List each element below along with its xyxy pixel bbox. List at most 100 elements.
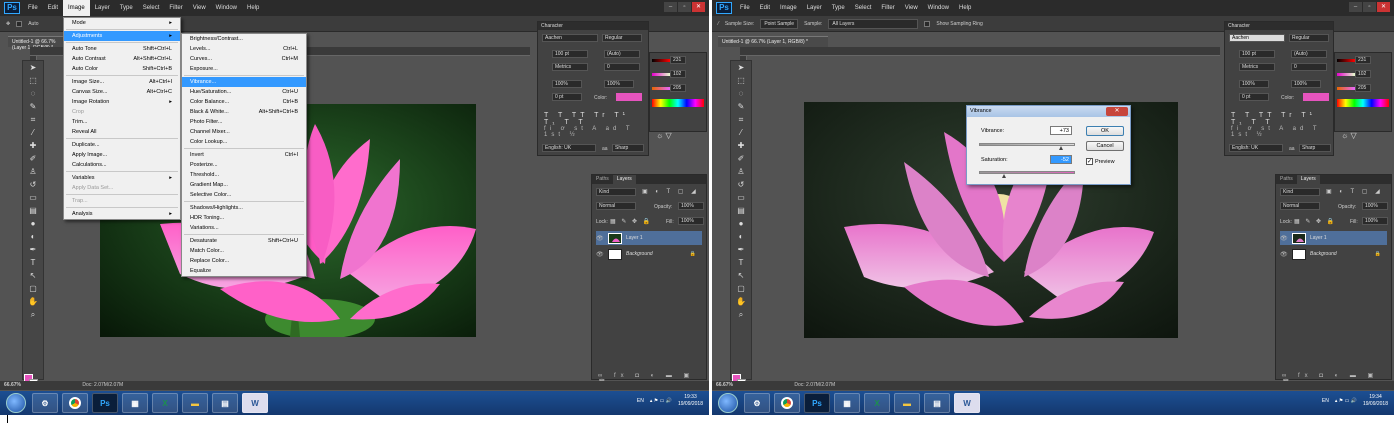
image-menu-item-adjustments[interactable]: Adjustments ▸	[64, 31, 180, 41]
healing-brush-icon[interactable]: ✚	[736, 142, 746, 150]
layer-row-layer-1[interactable]: 👁 Layer 1	[596, 231, 702, 245]
history-brush-icon[interactable]: ↺	[28, 181, 38, 189]
menu-edit[interactable]: Edit	[43, 0, 63, 16]
adjustments-item-levels[interactable]: Levels... Ctrl+L	[182, 44, 306, 54]
layer-row-background[interactable]: 👁 Background 🔒	[1280, 247, 1387, 261]
menu-type[interactable]: Type	[115, 0, 138, 16]
stamp-tool-icon[interactable]: ♙	[736, 168, 746, 176]
marquee-tool-icon[interactable]: ⬚	[28, 77, 38, 85]
word-icon[interactable]: W	[242, 393, 268, 413]
tracking-field[interactable]: 0	[604, 63, 640, 71]
menu-filter[interactable]: Filter	[164, 0, 187, 16]
menu-image[interactable]: Image	[775, 0, 802, 16]
adjustments-item-threshold[interactable]: Threshold...	[182, 170, 306, 180]
zoom-level[interactable]: 66.67%	[716, 382, 733, 388]
auto-select-checkbox[interactable]	[16, 20, 23, 27]
hand-tool-icon[interactable]: ✋	[736, 298, 746, 306]
visibility-eye-icon[interactable]: 👁	[1280, 235, 1288, 242]
green-slider[interactable]	[652, 73, 670, 76]
saturation-slider-thumb[interactable]	[1002, 174, 1007, 178]
blue-value[interactable]: 205	[1355, 84, 1371, 92]
horizontal-scale-field[interactable]: 100%	[1291, 80, 1321, 88]
image-menu-item-analysis[interactable]: Analysis ▸	[64, 209, 180, 219]
menu-view[interactable]: View	[900, 0, 923, 16]
adjustments-item-color-lookup[interactable]: Color Lookup...	[182, 137, 306, 147]
color-spectrum[interactable]	[652, 99, 704, 107]
menu-layer[interactable]: Layer	[802, 0, 827, 16]
eraser-icon[interactable]: ▭	[736, 194, 746, 202]
clock[interactable]: 19:33 19/09/2018	[678, 394, 703, 408]
menu-window[interactable]: Window	[211, 0, 242, 16]
adjustments-item-replace-color[interactable]: Replace Color...	[182, 256, 306, 266]
blur-icon[interactable]: ●	[28, 220, 38, 228]
excel-icon[interactable]: X	[152, 393, 178, 413]
adjustments-icons[interactable]: ☼ ▽	[1341, 131, 1357, 140]
adjustments-item-desaturate[interactable]: Desaturate Shift+Ctrl+U	[182, 236, 306, 246]
preview-option[interactable]: ✓ Preview	[1086, 158, 1115, 165]
text-style-buttons[interactable]: T T TT Tr T¹ T₁ T T	[544, 112, 648, 126]
adjustments-item-black-white[interactable]: Black & White... Alt+Shift+Ctrl+B	[182, 107, 306, 117]
leading-field[interactable]: (Auto)	[604, 50, 640, 58]
language-indicator[interactable]: EN	[1322, 398, 1329, 404]
hand-tool-icon[interactable]: ✋	[28, 298, 38, 306]
image-menu-item-calculations[interactable]: Calculations...	[64, 160, 180, 170]
menu-layer[interactable]: Layer	[90, 0, 115, 16]
start-button[interactable]	[6, 393, 26, 413]
menu-image[interactable]: Image	[63, 0, 90, 16]
lock-icons[interactable]: ▦ ✎ ✥ 🔒	[1294, 218, 1336, 225]
filter-icons[interactable]: ▣ ◐ T ▢ ◢	[1326, 188, 1383, 195]
text-color-swatch[interactable]	[1303, 93, 1329, 101]
image-menu-item-trim[interactable]: Trim...	[64, 117, 180, 127]
lasso-tool-icon[interactable]: ◌	[28, 90, 38, 98]
lasso-tool-icon[interactable]: ◌	[736, 90, 746, 98]
path-select-icon[interactable]: ↖	[736, 272, 746, 280]
clock[interactable]: 19:34 19/09/2018	[1363, 394, 1388, 408]
blue-slider[interactable]	[1337, 87, 1355, 90]
brush-tool-icon[interactable]: ✐	[736, 155, 746, 163]
pen-tool-icon[interactable]: ✒	[736, 246, 746, 254]
dodge-icon[interactable]: ◐	[736, 233, 746, 241]
blue-slider[interactable]	[652, 87, 670, 90]
tray-icons[interactable]: ▴ ⚑ ▭ 🔊	[650, 398, 672, 404]
image-menu-item-image-size[interactable]: Image Size... Alt+Ctrl+I	[64, 77, 180, 87]
font-size-field[interactable]: 100 pt	[1239, 50, 1275, 58]
move-tool-icon[interactable]: ✥	[6, 21, 10, 27]
menu-select[interactable]: Select	[850, 0, 877, 16]
shape-tool-icon[interactable]: ▢	[28, 285, 38, 293]
ok-button[interactable]: OK	[1086, 126, 1124, 136]
tray-icons[interactable]: ▴ ⚑ ▭ 🔊	[1335, 398, 1357, 404]
adjustments-item-color-balance[interactable]: Color Balance... Ctrl+B	[182, 97, 306, 107]
font-style-select[interactable]: Regular	[1289, 34, 1329, 42]
green-slider[interactable]	[1337, 73, 1355, 76]
antialias-select[interactable]: Sharp	[612, 144, 644, 152]
stamp-tool-icon[interactable]: ♙	[28, 168, 38, 176]
filter-kind-select[interactable]: Kind	[596, 188, 636, 196]
image-menu-item-reveal-all[interactable]: Reveal All	[64, 127, 180, 137]
baseline-field[interactable]: 0 pt	[552, 93, 582, 101]
image-menu-item-duplicate[interactable]: Duplicate...	[64, 140, 180, 150]
sample-select[interactable]: All Layers	[828, 18, 919, 29]
excel-icon[interactable]: X	[864, 393, 890, 413]
close-button[interactable]: ✕	[1377, 2, 1390, 12]
dialog-title-bar[interactable]: Vibrance ✕	[967, 106, 1130, 117]
image-menu-item-variables[interactable]: Variables ▸	[64, 173, 180, 183]
taskbar-app-icon[interactable]: ⚙	[744, 393, 770, 413]
move-tool-icon[interactable]: ➤	[28, 64, 38, 72]
filter-icons[interactable]: ▣ ◐ T ▢ ◢	[642, 188, 699, 195]
red-slider[interactable]	[1337, 59, 1355, 62]
menu-window[interactable]: Window	[923, 0, 954, 16]
opacity-field[interactable]: 100%	[678, 202, 704, 210]
leading-field[interactable]: (Auto)	[1291, 50, 1327, 58]
adjustments-item-invert[interactable]: Invert Ctrl+I	[182, 150, 306, 160]
vertical-scale-field[interactable]: 100%	[552, 80, 582, 88]
saturation-input[interactable]: -52	[1050, 155, 1072, 164]
gradient-icon[interactable]: ▤	[736, 207, 746, 215]
maximize-button[interactable]: ▫	[1363, 2, 1376, 12]
vertical-scale-field[interactable]: 100%	[1239, 80, 1269, 88]
menu-edit[interactable]: Edit	[755, 0, 775, 16]
fill-field[interactable]: 100%	[1362, 217, 1388, 225]
horizontal-scale-field[interactable]: 100%	[604, 80, 634, 88]
green-value[interactable]: 102	[670, 70, 686, 78]
quick-select-icon[interactable]: ✎	[736, 103, 746, 111]
menu-help[interactable]: Help	[954, 0, 976, 16]
